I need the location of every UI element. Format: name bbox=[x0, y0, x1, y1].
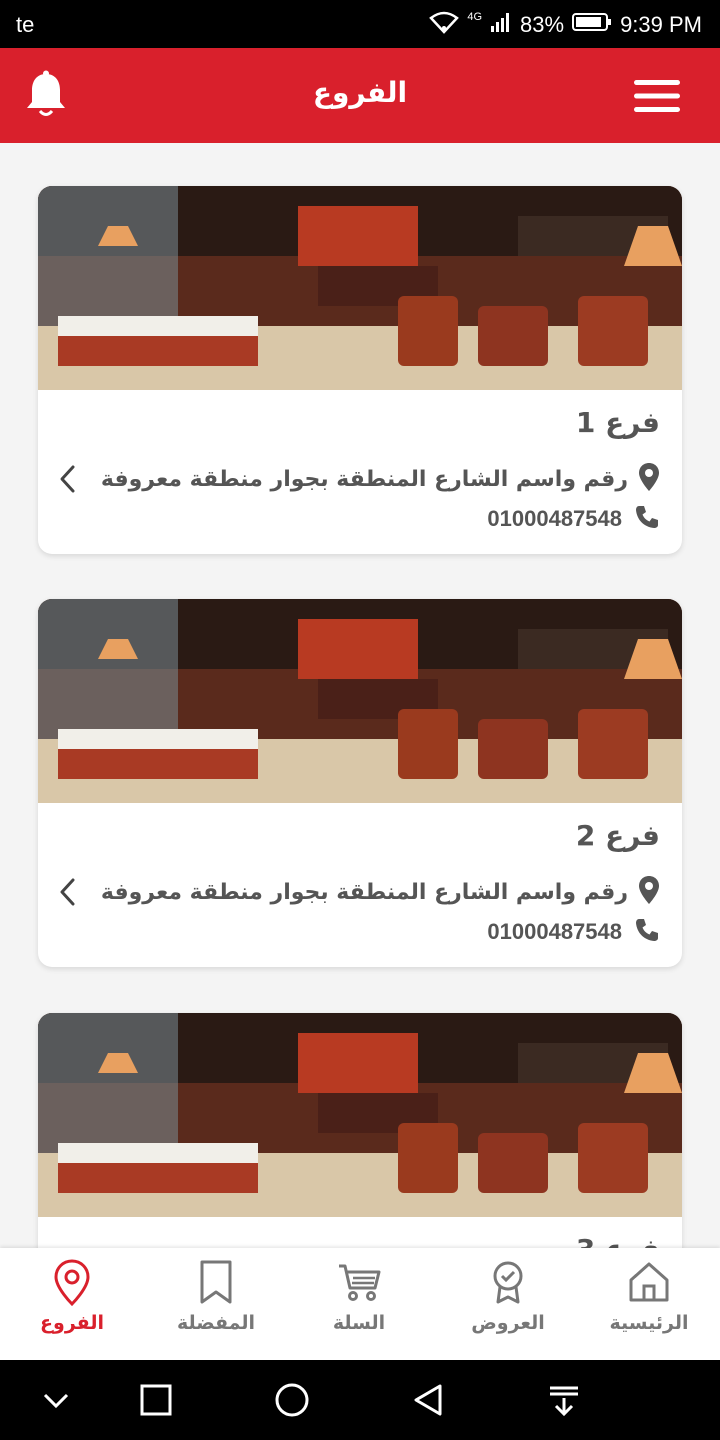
offer-badge-icon bbox=[493, 1261, 523, 1304]
branch-photo bbox=[38, 186, 682, 390]
clock: 9:39 PM bbox=[620, 12, 702, 37]
branch-card[interactable]: فرع 1 رقم واسم الشارع المنطقة بجوار منطق… bbox=[38, 186, 682, 554]
location-pin-icon bbox=[638, 462, 660, 496]
notification-drawer-icon[interactable] bbox=[544, 1380, 584, 1420]
branch-phone: 01000487548 bbox=[487, 506, 622, 531]
branch-name: فرع 2 bbox=[575, 819, 660, 852]
signal-icon bbox=[490, 11, 512, 39]
system-nav-bar bbox=[0, 1360, 720, 1440]
phone-icon bbox=[634, 504, 660, 534]
bottom-nav: الرئيسية العروض السلة المفضلة الفروع bbox=[0, 1248, 720, 1360]
battery-percent: 83% bbox=[520, 12, 565, 37]
home-circle-icon[interactable] bbox=[272, 1380, 312, 1420]
nav-label: الفروع bbox=[40, 1312, 104, 1334]
nav-label: المفضلة bbox=[176, 1312, 256, 1334]
branch-address: رقم واسم الشارع المنطقة بجوار منطقة معرو… bbox=[100, 879, 628, 905]
recents-square-icon[interactable] bbox=[136, 1380, 176, 1420]
branch-address-row: رقم واسم الشارع المنطقة بجوار منطقة معرو… bbox=[101, 875, 660, 909]
nav-label: الرئيسية bbox=[609, 1312, 689, 1334]
branch-card[interactable]: فرع 2 رقم واسم الشارع المنطقة بجوار منطق… bbox=[38, 599, 682, 967]
nav-item-home[interactable]: الرئيسية bbox=[584, 1258, 714, 1354]
status-right: 4G 83% 9:39 PM bbox=[429, 10, 702, 40]
branch-name: فرع 1 bbox=[575, 406, 660, 439]
bookmark-icon bbox=[200, 1260, 232, 1304]
network-type-label: 4G bbox=[467, 11, 483, 23]
branch-address-row: رقم واسم الشارع المنطقة بجوار منطقة معرو… bbox=[101, 462, 660, 496]
wifi-icon bbox=[429, 10, 460, 40]
nav-item-branches[interactable]: الفروع bbox=[7, 1258, 137, 1354]
branch-phone-row[interactable]: 01000487548 bbox=[487, 917, 660, 947]
home-icon bbox=[629, 1262, 669, 1302]
cart-icon bbox=[339, 1264, 381, 1301]
chevron-down-icon[interactable] bbox=[36, 1380, 76, 1420]
nav-label: السلة bbox=[332, 1312, 386, 1334]
battery-icon bbox=[572, 12, 612, 38]
chevron-left-icon[interactable] bbox=[56, 462, 78, 496]
screen: te 4G 83% 9:39 PM الفروع فرع 1 رقم واسم … bbox=[0, 0, 720, 1440]
location-pin-icon bbox=[54, 1259, 90, 1306]
page-title: الفروع bbox=[312, 76, 408, 109]
branch-name: فرع 3 bbox=[576, 1233, 660, 1248]
chevron-left-icon[interactable] bbox=[56, 875, 78, 909]
nav-item-offers[interactable]: العروض bbox=[443, 1258, 573, 1354]
phone-icon bbox=[634, 917, 660, 947]
hamburger-menu-icon[interactable] bbox=[634, 78, 680, 114]
branch-card[interactable]: فرع 3 bbox=[38, 1013, 682, 1248]
nav-item-cart[interactable]: السلة bbox=[294, 1258, 424, 1354]
branch-phone-row[interactable]: 01000487548 bbox=[487, 504, 660, 534]
branches-list: فرع 1 رقم واسم الشارع المنطقة بجوار منطق… bbox=[0, 143, 720, 1248]
status-bar: te 4G 83% 9:39 PM bbox=[0, 0, 720, 48]
location-pin-icon bbox=[638, 875, 660, 909]
back-triangle-icon[interactable] bbox=[408, 1380, 448, 1420]
nav-item-favorites[interactable]: المفضلة bbox=[151, 1258, 281, 1354]
branch-address: رقم واسم الشارع المنطقة بجوار منطقة معرو… bbox=[100, 466, 628, 492]
branch-photo bbox=[38, 1013, 682, 1217]
branch-photo bbox=[38, 599, 682, 803]
nav-label: العروض bbox=[471, 1312, 545, 1334]
carrier-label: te bbox=[16, 12, 35, 37]
branch-phone: 01000487548 bbox=[487, 919, 622, 944]
app-bar: الفروع bbox=[0, 48, 720, 143]
